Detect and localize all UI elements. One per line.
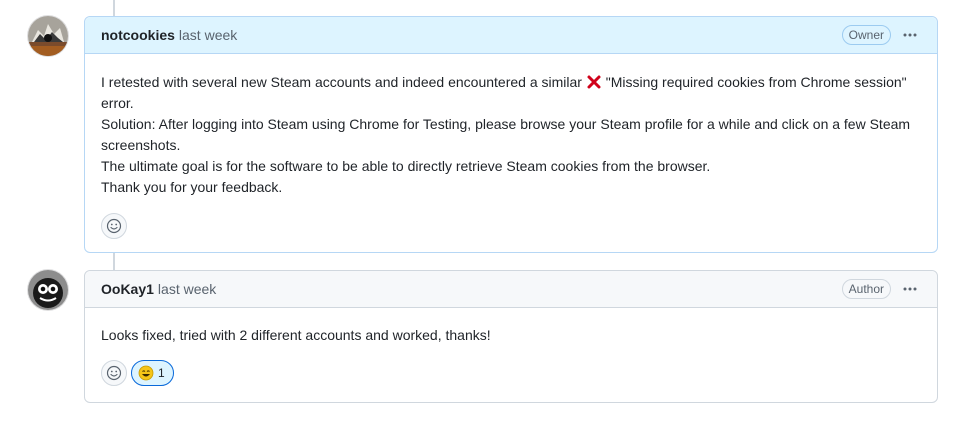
comment: notcookies last week Owner I retested wi…: [84, 16, 938, 253]
comment-paragraph: Solution: After logging into Steam using…: [101, 116, 911, 153]
timeline-connector: [113, 253, 115, 270]
comment: OoKay1 last week Author Looks fixed, tri…: [84, 270, 938, 403]
kebab-horizontal-icon: [903, 33, 917, 37]
more-options-button[interactable]: [899, 24, 921, 46]
comment-timestamp[interactable]: last week: [179, 27, 237, 43]
role-badge: Owner: [841, 25, 891, 45]
comment-text: I retested with several new Steam accoun…: [101, 74, 586, 90]
smiley-icon: [106, 365, 122, 381]
kebab-horizontal-icon: [903, 287, 917, 291]
comment-paragraph: Thank you for your feedback.: [101, 179, 283, 195]
reaction-count: 1: [158, 365, 165, 380]
comment-paragraph: I retested with several new Steam accoun…: [101, 72, 921, 114]
reactions-bar: [101, 213, 921, 239]
role-badge: Author: [841, 279, 891, 299]
comment-body: I retested with several new Steam accoun…: [85, 54, 937, 239]
avatar[interactable]: [28, 16, 68, 56]
reactions-bar: 1: [101, 360, 921, 386]
cross-mark-icon: [587, 75, 601, 89]
comment-paragraph: The ultimate goal is for the software to…: [101, 158, 711, 174]
comment-author[interactable]: OoKay1: [101, 281, 154, 297]
comment-timestamp[interactable]: last week: [158, 281, 216, 297]
comment-paragraph: Looks fixed, tried with 2 different acco…: [101, 327, 491, 343]
add-reaction-button[interactable]: [101, 360, 127, 386]
avatar[interactable]: [28, 270, 68, 310]
more-options-button[interactable]: [899, 278, 921, 300]
laugh-emoji-icon: [138, 365, 154, 381]
comment-header: notcookies last week Owner: [85, 17, 937, 54]
smiley-icon: [106, 218, 122, 234]
comment-header: OoKay1 last week Author: [85, 271, 937, 308]
timeline-connector: [113, 0, 115, 16]
comment-body: Looks fixed, tried with 2 different acco…: [85, 308, 937, 386]
reaction-laugh-button[interactable]: 1: [131, 360, 174, 386]
comment-author[interactable]: notcookies: [101, 27, 175, 43]
add-reaction-button[interactable]: [101, 213, 127, 239]
